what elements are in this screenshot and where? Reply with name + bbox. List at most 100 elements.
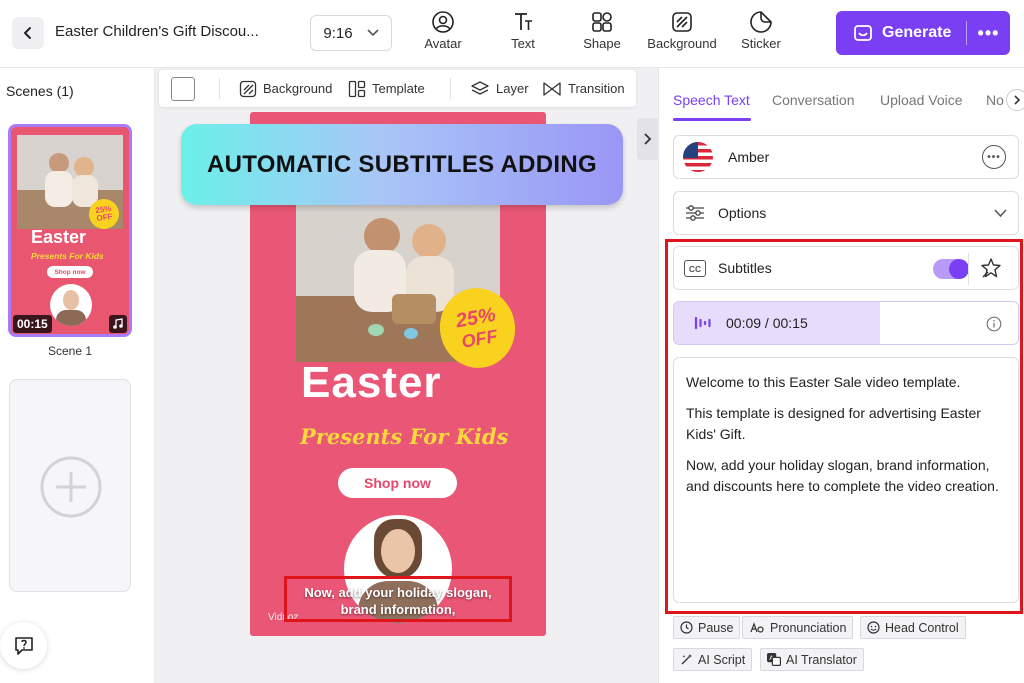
canvas-template-label: Template: [372, 81, 425, 96]
tool-sticker-label: Sticker: [741, 36, 781, 51]
face-icon: [867, 621, 880, 634]
canvas-background-button[interactable]: Background: [239, 70, 332, 107]
pause-label: Pause: [698, 620, 734, 635]
chevron-left-icon: [24, 27, 31, 39]
background-icon: [239, 80, 257, 97]
thumb-child-1: [49, 153, 69, 173]
speech-panel: Speech Text Conversation Upload Voice No…: [658, 68, 1024, 683]
tool-background-label: Background: [647, 36, 717, 51]
tool-avatar-label: Avatar: [424, 36, 462, 51]
preview-egg: [368, 324, 384, 336]
template-icon: [348, 80, 366, 97]
color-swatch[interactable]: [171, 77, 195, 101]
waveform-icon[interactable]: [694, 315, 712, 331]
preview-title: Easter: [301, 358, 442, 407]
script-paragraph: Now, add your holiday slogan, brand info…: [686, 457, 999, 494]
thumb-avatar: [50, 284, 92, 326]
chevron-right-icon: [644, 133, 652, 145]
subtitle-style-icon[interactable]: [980, 257, 1002, 279]
ai-script-button[interactable]: AI Script: [673, 648, 753, 671]
tool-shape[interactable]: Shape: [562, 10, 642, 51]
preview-child-1-head: [364, 218, 400, 254]
tab-conversation[interactable]: Conversation: [772, 92, 855, 108]
aspect-ratio-value: 9:16: [323, 24, 353, 42]
canvas-template-button[interactable]: Template: [348, 70, 425, 107]
help-button[interactable]: [0, 622, 47, 669]
tool-sticker[interactable]: Sticker: [721, 10, 801, 51]
canvas-transition-label: Transition: [568, 81, 625, 96]
more-options-button[interactable]: •••: [967, 11, 1010, 55]
thumb-title: Easter: [31, 227, 87, 247]
ai-translator-button[interactable]: A AI Translator: [760, 648, 864, 671]
chevron-down-icon: [994, 209, 1007, 218]
automatic-subtitles-banner: AUTOMATIC SUBTITLES ADDING: [181, 124, 623, 205]
voice-name: Amber: [728, 149, 770, 165]
active-tab-indicator: [673, 118, 751, 121]
canvas-layer-button[interactable]: Layer: [470, 70, 529, 107]
preview-subtitle-caption: Now, add your holiday slogan, brand info…: [304, 585, 492, 617]
audio-preview-bar[interactable]: 00:09 / 00:15: [673, 301, 1019, 345]
pause-button[interactable]: Pause: [673, 616, 741, 639]
tool-text-label: Text: [511, 36, 535, 51]
back-button[interactable]: [12, 17, 44, 49]
subtitles-toggle[interactable]: [933, 259, 969, 279]
tool-avatar[interactable]: Avatar: [403, 10, 483, 51]
add-scene-button[interactable]: [9, 379, 131, 592]
ai-script-label: AI Script: [698, 652, 746, 667]
tool-text[interactable]: Text: [483, 10, 563, 51]
preview-child-2-head: [412, 224, 446, 258]
tab-upload-voice[interactable]: Upload Voice: [880, 92, 963, 108]
tab-speech-text[interactable]: Speech Text: [673, 92, 750, 108]
top-bar: Easter Children's Gift Discou... 9:16 Av…: [0, 0, 1024, 68]
thumb-child-1-body: [45, 171, 73, 207]
preview-subtitle: Presents For Kids: [300, 424, 509, 449]
tool-shape-label: Shape: [583, 36, 621, 51]
transition-icon: [543, 81, 561, 96]
chevron-down-icon: [367, 29, 379, 37]
options-dropdown[interactable]: Options: [673, 191, 1019, 235]
toolbar-divider: [219, 78, 220, 99]
voice-more-icon[interactable]: •••: [982, 145, 1006, 169]
preview-basket: [392, 294, 436, 324]
plus-circle-icon: [40, 456, 102, 518]
canvas-layer-label: Layer: [496, 81, 529, 96]
avatar-icon: [432, 11, 454, 33]
tabs-scroll-right-button[interactable]: [1006, 89, 1024, 111]
preview-egg: [404, 328, 418, 339]
row-divider: [968, 253, 969, 285]
generate-label: Generate: [882, 24, 952, 41]
script-paragraph: Welcome to this Easter Sale video templa…: [686, 374, 961, 390]
project-title[interactable]: Easter Children's Gift Discou...: [55, 23, 259, 40]
tool-background[interactable]: Background: [642, 10, 722, 51]
layer-icon: [471, 80, 489, 95]
head-control-button[interactable]: Head Control: [860, 616, 966, 639]
thumb-shop-button: Shop now: [47, 266, 93, 278]
scenes-title: Scenes (1): [6, 83, 74, 99]
collapse-panel-button[interactable]: [637, 118, 658, 160]
tab-more[interactable]: No: [986, 92, 1004, 108]
chevron-right-icon: [1014, 95, 1021, 105]
us-flag-icon: [683, 142, 713, 172]
closed-captions-icon: CC: [684, 260, 706, 277]
canvas-toolbar: Background Template Layer Transition: [159, 70, 636, 107]
ai-translator-label: AI Translator: [786, 652, 857, 667]
text-icon: [515, 13, 532, 30]
translate-icon: A: [767, 653, 781, 666]
aspect-ratio-select[interactable]: 9:16: [310, 15, 392, 51]
canvas-transition-button[interactable]: Transition: [542, 70, 625, 107]
pronunciation-button[interactable]: Pronunciation: [742, 616, 854, 639]
sticker-icon: [750, 11, 772, 33]
scene-thumbnail[interactable]: 25% OFF Easter Presents For Kids Shop no…: [8, 124, 132, 337]
help-icon: [14, 636, 33, 655]
preview-avatar-face: [381, 529, 415, 573]
thumb-avatar-face: [63, 290, 79, 310]
options-label: Options: [718, 205, 767, 221]
voice-selector[interactable]: Amber •••: [673, 135, 1019, 179]
pronunciation-label: Pronunciation: [770, 620, 847, 635]
generate-button[interactable]: Generate: [836, 11, 966, 55]
thumb-avatar-body: [56, 310, 86, 326]
scene-duration: 00:15: [13, 315, 52, 333]
speech-script-editor[interactable]: Welcome to this Easter Sale video templa…: [673, 357, 1019, 603]
info-icon[interactable]: [986, 316, 1002, 332]
preview-shop-button: Shop now: [338, 468, 457, 498]
